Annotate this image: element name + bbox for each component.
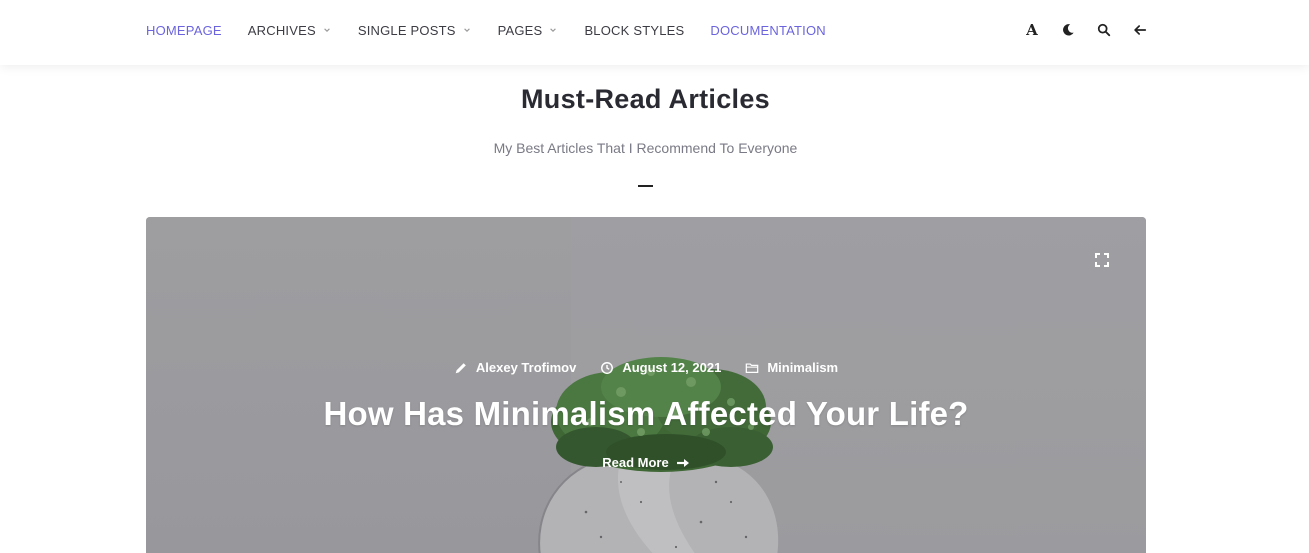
dark-mode-moon-icon[interactable] [1058,20,1078,40]
site-header: HOMEPAGE ARCHIVES SINGLE POSTS PAGES BLO… [0,0,1309,65]
nav-item-block-styles[interactable]: BLOCK STYLES [584,23,684,38]
section-subtitle: My Best Articles That I Recommend To Eve… [493,140,798,156]
chevron-down-icon [548,25,558,35]
post-date: August 12, 2021 [600,360,721,375]
author-name: Alexey Trofimov [475,360,577,375]
nav-item-homepage[interactable]: HOMEPAGE [146,23,222,38]
search-icon[interactable] [1094,20,1114,40]
back-arrow-icon[interactable] [1130,20,1150,40]
section-divider [638,185,653,187]
post-title[interactable]: How Has Minimalism Affected Your Life? [146,395,1146,433]
read-more-label: Read More [602,455,669,470]
nav-item-label: BLOCK STYLES [584,22,685,38]
read-more-link[interactable]: Read More [146,455,1146,470]
nav-item-label: ARCHIVES [247,22,316,38]
category-text: Minimalism [767,360,839,375]
section-title: Must-Read Articles [521,84,770,114]
expand-icon[interactable] [1094,252,1110,268]
chevron-down-icon [462,25,472,35]
nav-item-single-posts[interactable]: SINGLE POSTS [358,23,472,38]
pencil-icon [455,362,466,373]
featured-post-card[interactable]: Alexey Trofimov August 12, 2021 Minimali… [146,217,1146,553]
chevron-down-icon [322,25,332,35]
hero-overlay [146,217,1146,553]
clock-icon [601,361,614,374]
nav-item-label: SINGLE POSTS [357,22,456,38]
nav-item-label: DOCUMENTATION [710,22,826,38]
main-nav: HOMEPAGE ARCHIVES SINGLE POSTS PAGES BLO… [146,0,852,60]
header-tools: A [1022,20,1150,40]
font-size-glyph: A [1026,21,1038,39]
arrow-right-icon [676,458,689,467]
post-author[interactable]: Alexey Trofimov [454,360,576,375]
nav-item-pages[interactable]: PAGES [498,23,559,38]
folder-icon [746,362,759,373]
date-text: August 12, 2021 [622,360,722,375]
nav-item-label: PAGES [497,22,543,38]
post-meta: Alexey Trofimov August 12, 2021 Minimali… [146,360,1146,375]
nav-item-documentation[interactable]: DOCUMENTATION [710,23,826,38]
nav-item-label: HOMEPAGE [146,22,222,38]
nav-item-archives[interactable]: ARCHIVES [248,23,332,38]
font-size-icon[interactable]: A [1022,20,1042,40]
post-category[interactable]: Minimalism [745,360,838,375]
